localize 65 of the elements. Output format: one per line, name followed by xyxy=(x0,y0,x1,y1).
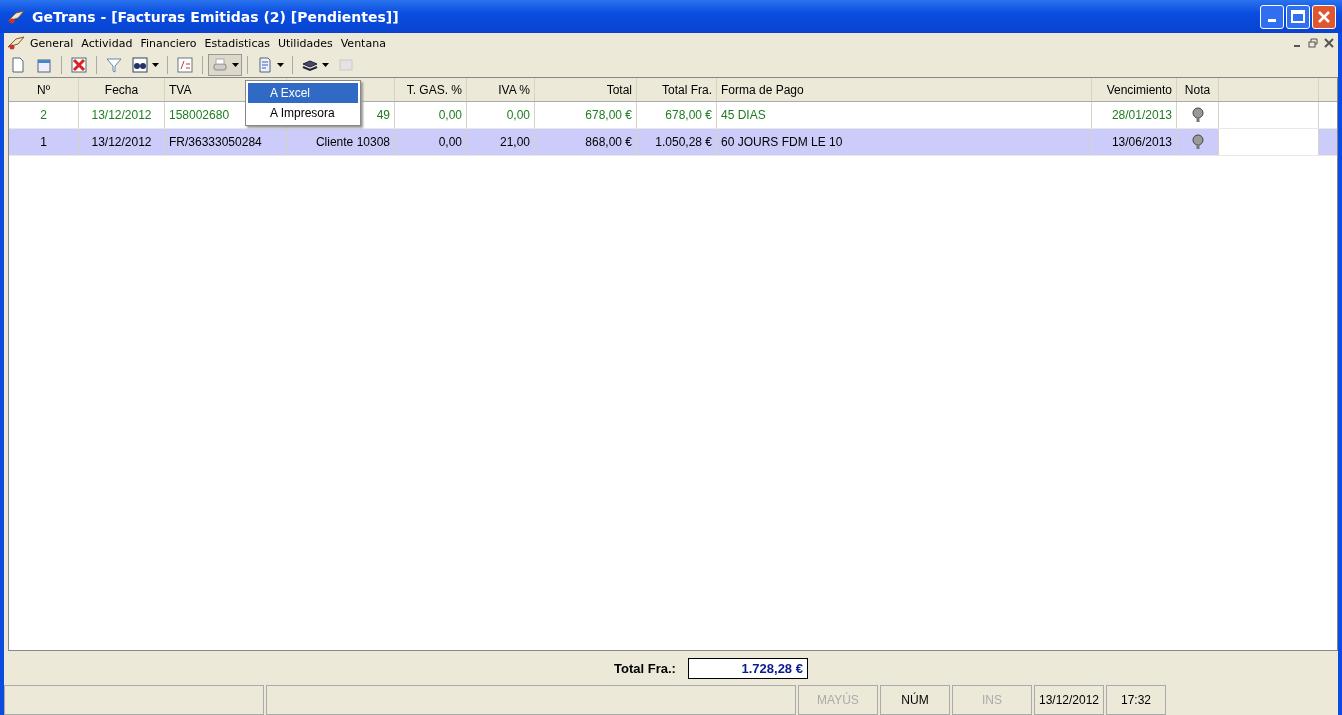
printer-icon xyxy=(211,56,229,74)
table-cell: 13/06/2013 xyxy=(1092,129,1177,155)
table-cell: 0,00 xyxy=(467,102,535,128)
x-icon xyxy=(70,56,88,74)
menu-item[interactable]: General xyxy=(26,36,78,50)
total-field: 1.728,28 € xyxy=(687,657,808,679)
caret-icon xyxy=(277,63,284,67)
menu-item[interactable]: Utilidades xyxy=(273,36,337,50)
close-button[interactable] xyxy=(1312,4,1336,29)
table-cell: 678,00 € xyxy=(637,102,717,128)
table-cell: 678,00 € xyxy=(535,102,637,128)
minimize-button[interactable] xyxy=(1260,4,1284,29)
toolbar-button[interactable] xyxy=(208,54,242,76)
table-cell: 45 DIAS xyxy=(717,102,1092,128)
window-icon xyxy=(35,56,53,74)
formula-icon xyxy=(176,56,194,74)
table-cell: 13/12/2012 xyxy=(79,102,165,128)
table-cell: 13/12/2012 xyxy=(79,129,165,155)
column-header[interactable]: T. GAS. % xyxy=(395,78,467,101)
table-cell: 28/01/2013 xyxy=(1092,102,1177,128)
minimize-icon xyxy=(1268,19,1276,22)
pin-icon xyxy=(1191,107,1204,123)
status-panel: 13/12/2012 xyxy=(1034,685,1104,715)
table-cell: 2 xyxy=(9,102,79,128)
menu-item[interactable]: Ventana xyxy=(336,36,390,50)
menu-item[interactable]: Financiero xyxy=(136,36,201,50)
funnel-icon xyxy=(105,56,123,74)
total-label: Total Fra.: xyxy=(614,660,676,676)
table-cell: FR/36333050284 xyxy=(165,129,287,155)
window-title: GeTrans - [Facturas Emitidas (2) [Pendientes]] xyxy=(32,8,399,25)
table-cell: Cliente 10308 xyxy=(287,129,395,155)
app-icon xyxy=(6,35,26,51)
table-cell: 0,00 xyxy=(395,129,467,155)
column-header[interactable]: Forma de Pago xyxy=(717,78,1092,101)
table-cell: 1 xyxy=(9,129,79,155)
menu-item[interactable]: A Excel xyxy=(248,83,358,103)
restore-icon[interactable] xyxy=(1308,38,1318,48)
status-panel: INS xyxy=(952,685,1032,715)
caret-icon xyxy=(152,63,159,67)
table-cell: 21,00 xyxy=(467,129,535,155)
table-cell: 60 JOURS FDM LE 10 xyxy=(717,129,1092,155)
close-icon[interactable] xyxy=(1324,38,1334,48)
table-cell: 0,00 xyxy=(395,102,467,128)
pin-icon xyxy=(1191,134,1204,150)
column-header[interactable]: Nº xyxy=(9,78,79,101)
document-icon xyxy=(256,56,274,74)
column-header[interactable]: Nota xyxy=(1177,78,1219,101)
column-header[interactable]: Total Fra. xyxy=(637,78,717,101)
menu-item[interactable]: Estadisticas xyxy=(200,36,274,50)
column-header[interactable]: Total xyxy=(535,78,637,101)
menu-item[interactable]: Actividad xyxy=(77,36,137,50)
caret-icon xyxy=(232,63,239,67)
caret-icon xyxy=(322,63,329,67)
page-icon xyxy=(9,56,27,74)
binoculars-icon xyxy=(131,56,149,74)
status-panel: MAYÚS xyxy=(798,685,878,715)
status-panel: 17:32 xyxy=(1106,685,1166,715)
column-header[interactable]: Vencimiento xyxy=(1092,78,1177,101)
column-header[interactable]: IVA % xyxy=(467,78,535,101)
maximize-button[interactable] xyxy=(1286,4,1310,29)
column-header[interactable]: Fecha xyxy=(79,78,165,101)
status-panel: NÚM xyxy=(880,685,950,715)
app-icon xyxy=(6,8,26,25)
table-cell: 868,00 € xyxy=(535,129,637,155)
table-cell: 1.050,28 € xyxy=(637,129,717,155)
